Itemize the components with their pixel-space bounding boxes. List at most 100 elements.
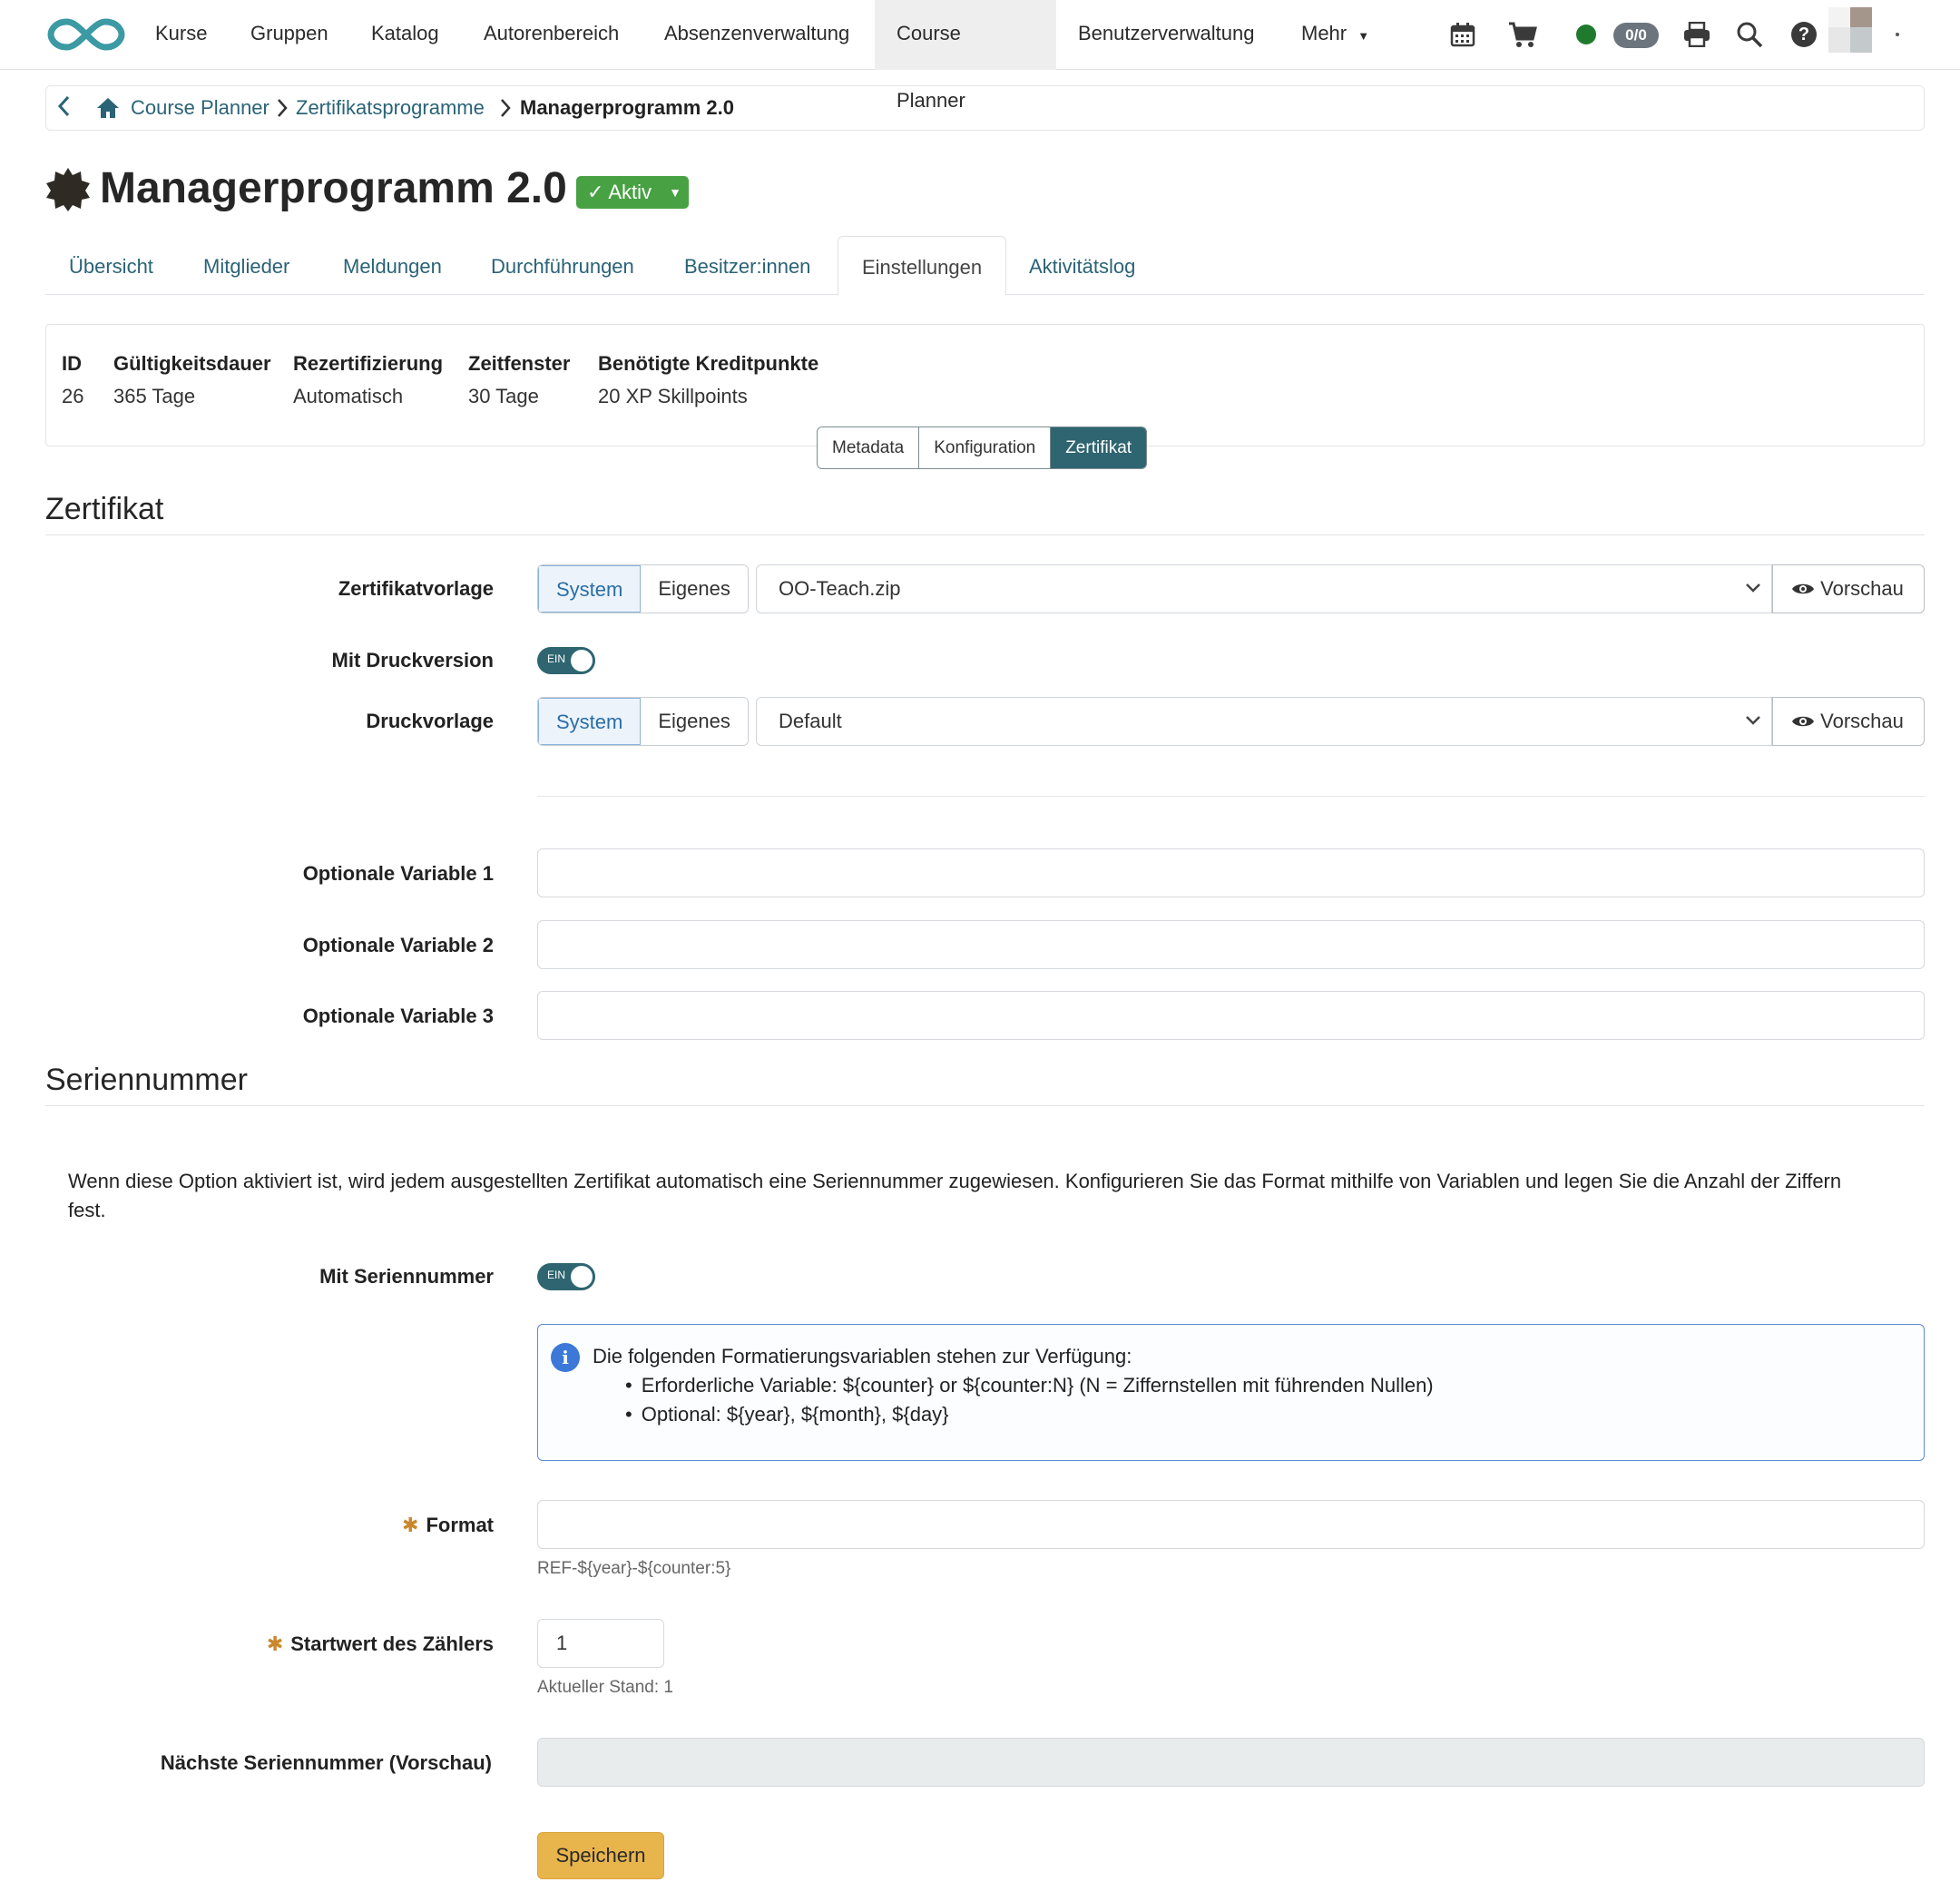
tab-meldungen[interactable]: Meldungen [319,236,466,295]
eye-icon [1791,577,1815,600]
format-variables-info-box: i Die folgenden Formatierungsvariablen s… [537,1324,1925,1461]
print-version-toggle[interactable]: EIN [537,647,595,674]
template-system-button[interactable]: System [538,565,642,613]
template-custom-button[interactable]: Eigenes [641,565,748,613]
toggle-on-label: EIN [547,1269,566,1281]
counter-start-label-text: Startwert des Zählers [290,1632,494,1655]
tab-uebersicht[interactable]: Übersicht [45,236,177,295]
avatar-menu-caret-icon[interactable] [1896,33,1899,36]
print-template-label: Druckvorlage [366,710,494,732]
template-label: Zertifikatvorlage [338,577,494,600]
chevron-down-icon [1744,698,1762,760]
shopping-cart-icon[interactable] [1506,18,1539,51]
optional-variable-3-label: Optionale Variable 3 [302,1005,494,1027]
app-logo[interactable] [47,15,125,54]
tab-mitglieder[interactable]: Mitglieder [180,236,313,295]
nav-course-planner[interactable]: Course Planner [875,0,1056,112]
settings-subtabs: Metadata Konfiguration Zertifikat [817,426,1148,469]
print-icon[interactable] [1681,18,1713,51]
section-divider [45,1105,1925,1106]
tab-besitzerinnen[interactable]: Besitzer:innen [661,236,834,295]
subtab-metadata[interactable]: Metadata [818,427,920,468]
print-template-select-value: Default [779,710,842,732]
optional-variable-1-label: Optionale Variable 1 [302,862,494,885]
serial-description-line-1: Wenn diese Option aktiviert ist, wird je… [68,1170,1842,1192]
counter-start-input[interactable]: 1 [537,1619,664,1668]
format-input[interactable] [537,1500,1925,1549]
info-window-value: 30 Tage [468,385,539,407]
with-serial-label: Mit Seriennummer [319,1265,494,1288]
subtab-konfiguration[interactable]: Konfiguration [919,427,1052,468]
optional-variable-3-input[interactable] [537,991,1925,1040]
info-credits-label: Benötigte Kreditpunkte [598,352,819,375]
avatar[interactable] [1828,7,1876,53]
template-select[interactable]: OO-Teach.zip [756,564,1772,613]
breadcrumb-zertifikatsprogramme[interactable]: Zertifikatsprogramme [296,96,485,120]
tab-aktivitaetslog[interactable]: Aktivitätslog [1005,236,1159,295]
section-title-zertifikat: Zertifikat [45,492,164,526]
bullet-icon: • [625,1403,632,1426]
tab-bar: Übersicht Mitglieder Meldungen Durchführ… [45,236,1925,296]
tab-einstellungen[interactable]: Einstellungen [838,236,1007,296]
toggle-knob [571,650,593,671]
print-template-system-button[interactable]: System [538,698,642,745]
tab-durchfuehrungen[interactable]: Durchführungen [467,236,658,295]
caret-down-icon: ▼ [669,185,681,200]
format-label: ✱ Format [272,1514,494,1537]
next-serial-preview-field [537,1738,1925,1787]
check-icon: ✓ [587,181,604,203]
template-select-value: OO-Teach.zip [779,577,901,600]
status-badge[interactable]: ✓ Aktiv ▼ [576,176,689,209]
template-source-toggle: System Eigenes [537,564,749,613]
info-id-value: 26 [62,385,84,407]
next-serial-label: Nächste Seriennummer (Vorschau) [160,1751,492,1774]
counter-current-help: Aktueller Stand: 1 [537,1678,673,1697]
page-title: Managerprogramm 2.0 [100,164,567,212]
optional-variable-2-input[interactable] [537,920,1925,969]
info-optional-text: Optional: ${year}, ${month}, ${day} [641,1403,949,1426]
breadcrumb-course-planner[interactable]: Course Planner [131,96,270,120]
nav-benutzerverwaltung[interactable]: Benutzerverwaltung [1056,0,1276,70]
notification-counter[interactable]: 0/0 [1613,23,1659,48]
nav-kurse[interactable]: Kurse [133,0,229,70]
nav-gruppen[interactable]: Gruppen [229,0,350,70]
back-chevron-icon[interactable] [57,95,70,123]
info-bullet-optional: • Optional: ${year}, ${month}, ${day} [625,1403,949,1426]
info-credits-value: 20 XP Skillpoints [598,385,748,407]
nav-mehr[interactable]: Mehr ▼ [1279,0,1391,70]
nav-absenzenverwaltung[interactable]: Absenzenverwaltung [642,0,871,70]
toggle-on-label: EIN [547,652,566,665]
breadcrumb-separator-icon [277,98,288,123]
print-template-preview-button[interactable]: Vorschau [1772,697,1925,746]
info-credits: Benötigte Kreditpunkte 20 XP Skillpoints [598,352,818,408]
caret-down-icon: ▼ [1357,29,1370,43]
print-template-select[interactable]: Default [756,697,1772,746]
optional-variable-1-input[interactable] [537,848,1925,897]
counter-start-label: ✱ Startwert des Zählers [227,1632,494,1656]
nav-katalog[interactable]: Katalog [349,0,461,70]
print-template-custom-button[interactable]: Eigenes [641,698,748,745]
format-help-text: REF-${year}-${counter:5} [537,1559,731,1578]
chevron-down-icon [1744,565,1762,628]
info-bullet-required: • Erforderliche Variable: ${counter} or $… [625,1374,1434,1397]
serial-description-line-2: fest. [68,1199,106,1221]
search-icon[interactable] [1733,18,1766,51]
nav-autorenbereich[interactable]: Autorenbereich [462,0,641,70]
info-validity-value: 365 Tage [113,385,196,407]
info-intro: Die folgenden Formatierungsvariablen ste… [593,1345,1132,1367]
eye-icon [1791,710,1815,732]
subtab-zertifikat[interactable]: Zertifikat [1051,427,1147,468]
online-status-dot[interactable] [1576,25,1596,44]
nav-mehr-label: Mehr [1301,22,1348,44]
help-icon[interactable]: ? [1788,18,1820,51]
home-icon[interactable] [96,97,120,124]
calendar-icon[interactable] [1446,18,1479,51]
breadcrumb: Course Planner Zertifikatsprogramme Mana… [45,85,1925,131]
serial-number-toggle[interactable]: EIN [537,1263,595,1290]
info-recert-value: Automatisch [293,385,404,407]
save-button[interactable]: Speichern [537,1832,664,1879]
template-preview-button[interactable]: Vorschau [1772,564,1925,613]
breadcrumb-separator-icon [500,98,511,123]
certificate-program-icon [45,167,91,218]
info-validity-label: Gültigkeitsdauer [113,352,271,375]
